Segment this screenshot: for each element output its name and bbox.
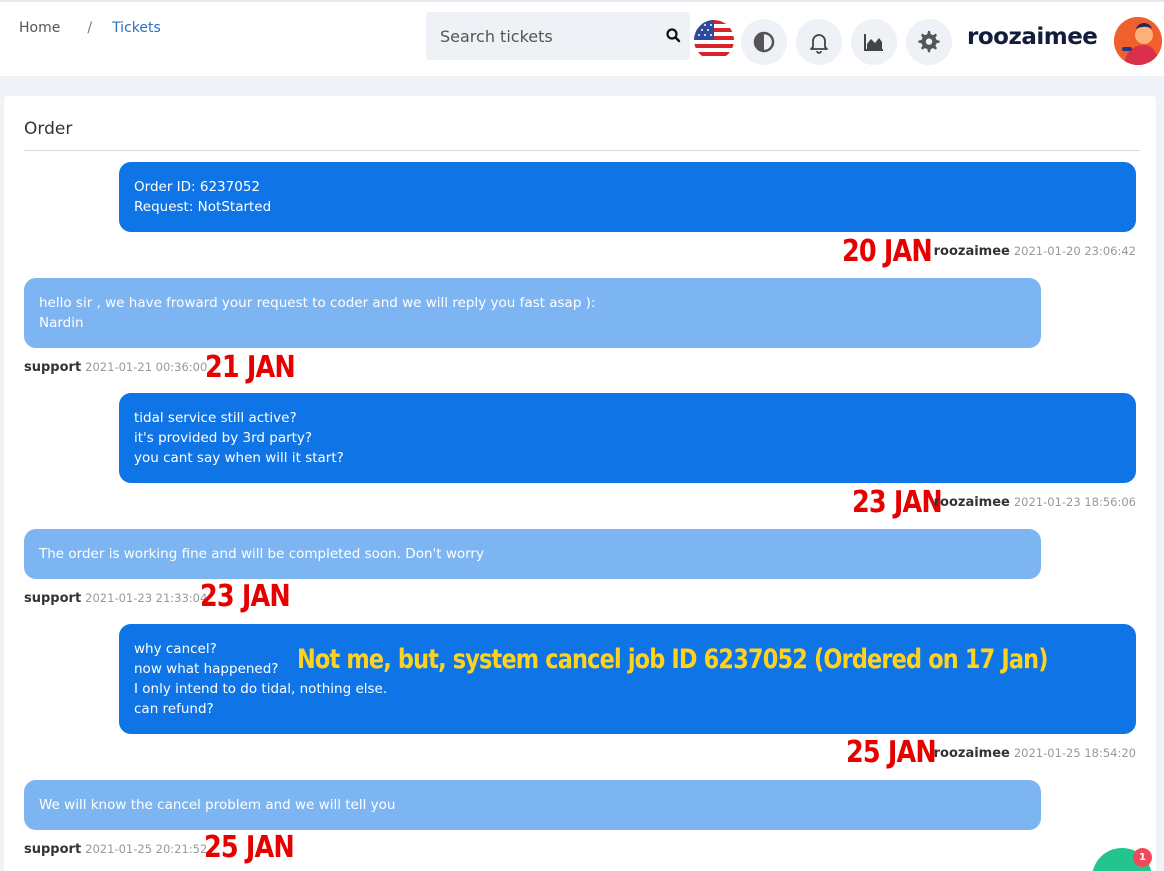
date-annotation: 23 JAN: [852, 485, 943, 520]
message-meta: roozaimee 2021-01-23 18:56:06: [934, 495, 1136, 510]
message-bubble: Order ID: 6237052 Request: NotStarted: [119, 162, 1136, 232]
message-sender: support: [24, 842, 82, 857]
message-meta: support 2021-01-21 00:36:00: [24, 360, 207, 375]
date-annotation: 21 JAN: [205, 350, 296, 385]
message-sender: roozaimee: [933, 746, 1010, 761]
message-meta: support 2021-01-23 21:33:04: [24, 591, 207, 606]
notification-badge: 1: [1133, 848, 1152, 867]
message-meta: roozaimee 2021-01-20 23:06:42: [934, 244, 1136, 259]
search-icon[interactable]: [664, 26, 684, 46]
message-bubble: tidal service still active? it's provide…: [119, 393, 1136, 483]
us-flag-icon[interactable]: [694, 20, 734, 60]
top-bar: Home / Tickets roozaimee: [0, 0, 1164, 76]
contrast-icon[interactable]: [741, 19, 787, 65]
message-sender: support: [24, 360, 82, 375]
message-bubble: why cancel? now what happened? I only in…: [119, 624, 1136, 734]
message-sender: support: [24, 591, 82, 606]
chart-icon[interactable]: [851, 19, 897, 65]
bell-icon[interactable]: [796, 19, 842, 65]
message-meta: support 2021-01-25 20:21:52: [24, 842, 207, 857]
message-timestamp: 2021-01-25 18:54:20: [1013, 746, 1136, 760]
date-annotation: 20 JAN: [842, 234, 933, 269]
username[interactable]: roozaimee: [967, 24, 1098, 50]
message-meta: roozaimee 2021-01-25 18:54:20: [934, 746, 1136, 761]
search-input[interactable]: [426, 12, 656, 60]
message-bubble: The order is working fine and will be co…: [24, 529, 1041, 579]
date-annotation: 25 JAN: [204, 830, 295, 865]
card-title: Order: [24, 119, 73, 139]
gear-icon[interactable]: [906, 19, 952, 65]
breadcrumb-tickets[interactable]: Tickets: [112, 20, 161, 36]
divider: [24, 150, 1140, 151]
breadcrumb-separator: /: [87, 20, 93, 36]
date-annotation: 25 JAN: [846, 735, 937, 770]
message-timestamp: 2021-01-23 21:33:04: [85, 591, 208, 605]
message-timestamp: 2021-01-23 18:56:06: [1013, 495, 1136, 509]
message-bubble: We will know the cancel problem and we w…: [24, 780, 1041, 830]
message-timestamp: 2021-01-25 20:21:52: [85, 842, 208, 856]
breadcrumb-home[interactable]: Home: [19, 20, 60, 36]
overlay-annotation: Not me, but, system cancel job ID 623705…: [297, 644, 1049, 675]
message-sender: roozaimee: [933, 244, 1010, 259]
message-timestamp: 2021-01-20 23:06:42: [1013, 244, 1136, 258]
search-box: [426, 12, 690, 60]
breadcrumb: Home / Tickets: [19, 20, 161, 36]
message-sender: roozaimee: [933, 495, 1010, 510]
message-bubble: hello sir , we have froward your request…: [24, 278, 1041, 348]
date-annotation: 23 JAN: [200, 579, 291, 614]
avatar[interactable]: [1114, 17, 1162, 65]
message-timestamp: 2021-01-21 00:36:00: [85, 360, 208, 374]
